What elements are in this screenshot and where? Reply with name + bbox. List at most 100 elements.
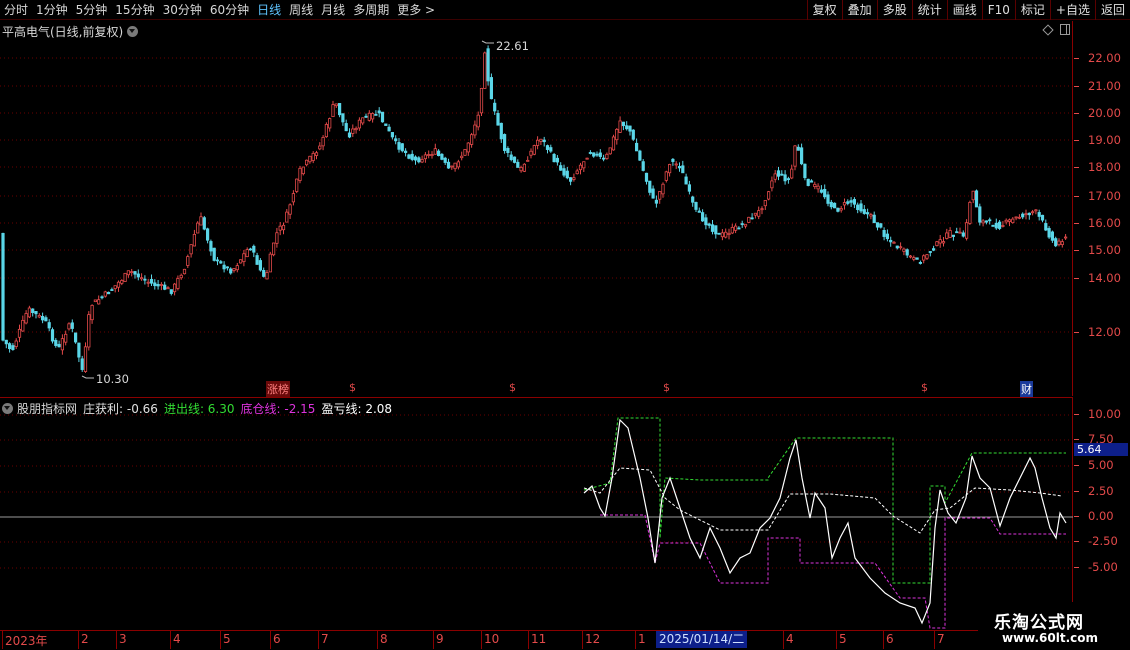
candle bbox=[357, 117, 362, 131]
candle bbox=[27, 305, 32, 319]
candle bbox=[403, 148, 408, 157]
candle bbox=[295, 178, 299, 194]
period-selector: 分时 1分钟 5分钟 15分钟 30分钟 60分钟 日线 周线 月线 多周期 更多 > bbox=[0, 0, 439, 20]
toolbar-button-0[interactable]: 复权 bbox=[806, 0, 842, 20]
period-7[interactable]: 周线 bbox=[285, 0, 317, 20]
candlestick-chart[interactable]: 22.61 10.30 bbox=[0, 21, 1073, 396]
candle bbox=[760, 206, 764, 215]
candle bbox=[1060, 239, 1064, 248]
toolbar-button-2[interactable]: 多股 bbox=[876, 0, 912, 20]
period-3[interactable]: 15分钟 bbox=[111, 0, 158, 20]
candle bbox=[463, 149, 467, 156]
candle bbox=[156, 279, 160, 290]
toolbar-button-1[interactable]: 叠加 bbox=[841, 0, 877, 20]
price-tick: 20.00 bbox=[1088, 106, 1121, 120]
candle bbox=[668, 163, 672, 177]
candle bbox=[1064, 234, 1068, 240]
candle bbox=[635, 138, 639, 152]
period-1[interactable]: 1分钟 bbox=[32, 0, 72, 20]
period-5[interactable]: 60分钟 bbox=[206, 0, 253, 20]
main-chart-pane[interactable]: 平高电气(日线,前复权) 22.61 10.30 涨榜 $ $ $ $ 财 bbox=[0, 21, 1073, 397]
candle bbox=[701, 209, 705, 222]
toolbar-button-8[interactable]: 返回 bbox=[1094, 0, 1130, 20]
current-value-tag: 5.64 bbox=[1074, 443, 1128, 456]
toolbar-button-5[interactable]: F10 bbox=[981, 0, 1015, 20]
candle bbox=[288, 203, 292, 219]
indicator-chart[interactable] bbox=[0, 398, 1073, 631]
period-9[interactable]: 多周期 bbox=[349, 0, 393, 20]
candle bbox=[816, 183, 820, 193]
date-tick: 5 bbox=[223, 632, 231, 646]
date-tick: 3 bbox=[119, 632, 127, 646]
date-tick-mark bbox=[78, 631, 79, 649]
candle bbox=[354, 126, 358, 134]
candle bbox=[341, 113, 345, 126]
event-marker[interactable]: 财 bbox=[1020, 381, 1033, 397]
event-marker[interactable]: $ bbox=[663, 381, 670, 394]
candle bbox=[922, 254, 926, 264]
event-marker[interactable]: $ bbox=[921, 381, 928, 394]
candle bbox=[248, 247, 253, 251]
candle bbox=[998, 219, 1002, 231]
candle bbox=[905, 248, 909, 258]
period-10[interactable]: 更多 > bbox=[393, 0, 439, 20]
candle bbox=[1014, 216, 1018, 221]
candle bbox=[139, 273, 144, 281]
candle bbox=[344, 119, 348, 132]
candle bbox=[532, 144, 536, 156]
date-tick-mark bbox=[635, 631, 636, 649]
candle bbox=[1, 232, 5, 342]
candle bbox=[1037, 209, 1041, 221]
candle bbox=[169, 289, 173, 296]
toolbar-button-6[interactable]: 标记 bbox=[1014, 0, 1050, 20]
candle bbox=[74, 332, 78, 344]
indicator-tick: -2.50 bbox=[1088, 534, 1118, 548]
candle bbox=[1001, 221, 1005, 228]
candle bbox=[60, 334, 65, 355]
date-tick-mark bbox=[116, 631, 117, 649]
candle bbox=[44, 315, 48, 322]
date-tick-mark bbox=[318, 631, 319, 649]
price-tick: 16.00 bbox=[1088, 216, 1121, 230]
candle bbox=[783, 170, 787, 185]
indicator-pane[interactable]: 股朋指标网 庄获利: -0.66 进出线: 6.30 底仓线: -2.15 盈亏线: … bbox=[0, 397, 1073, 630]
candle bbox=[1040, 214, 1045, 223]
event-marker[interactable]: $ bbox=[349, 381, 356, 394]
period-8[interactable]: 月线 bbox=[317, 0, 349, 20]
candle bbox=[493, 99, 497, 115]
price-tick-mark bbox=[1074, 278, 1079, 279]
candle bbox=[984, 220, 989, 225]
period-4[interactable]: 30分钟 bbox=[159, 0, 206, 20]
candle bbox=[275, 227, 279, 248]
date-tick-mark bbox=[433, 631, 434, 649]
period-6[interactable]: 日线 bbox=[253, 0, 285, 20]
candle bbox=[37, 313, 41, 319]
candle bbox=[707, 222, 711, 229]
candle bbox=[724, 228, 728, 239]
candle bbox=[377, 107, 381, 118]
candle bbox=[460, 151, 464, 161]
event-marker[interactable]: $ bbox=[509, 381, 516, 394]
date-tick: 2023年 bbox=[5, 634, 48, 648]
candle bbox=[773, 170, 777, 183]
candle bbox=[961, 230, 965, 238]
event-marker[interactable]: 涨榜 bbox=[266, 381, 290, 397]
candle bbox=[400, 143, 404, 153]
candle bbox=[598, 149, 602, 160]
candle bbox=[885, 229, 890, 242]
toolbar-button-7[interactable]: +自选 bbox=[1049, 0, 1095, 20]
candle bbox=[978, 203, 982, 226]
low-price-annotation: 10.30 bbox=[81, 372, 129, 386]
candle bbox=[31, 308, 35, 317]
toolbar-button-4[interactable]: 画线 bbox=[946, 0, 982, 20]
candle bbox=[780, 170, 784, 176]
period-2[interactable]: 5分钟 bbox=[72, 0, 112, 20]
candle bbox=[394, 135, 398, 145]
candle bbox=[526, 156, 530, 162]
period-0[interactable]: 分时 bbox=[0, 0, 32, 20]
candle bbox=[291, 190, 296, 206]
toolbar-button-3[interactable]: 统计 bbox=[911, 0, 947, 20]
candle bbox=[192, 229, 196, 247]
candle bbox=[413, 155, 418, 165]
candle bbox=[625, 121, 629, 131]
